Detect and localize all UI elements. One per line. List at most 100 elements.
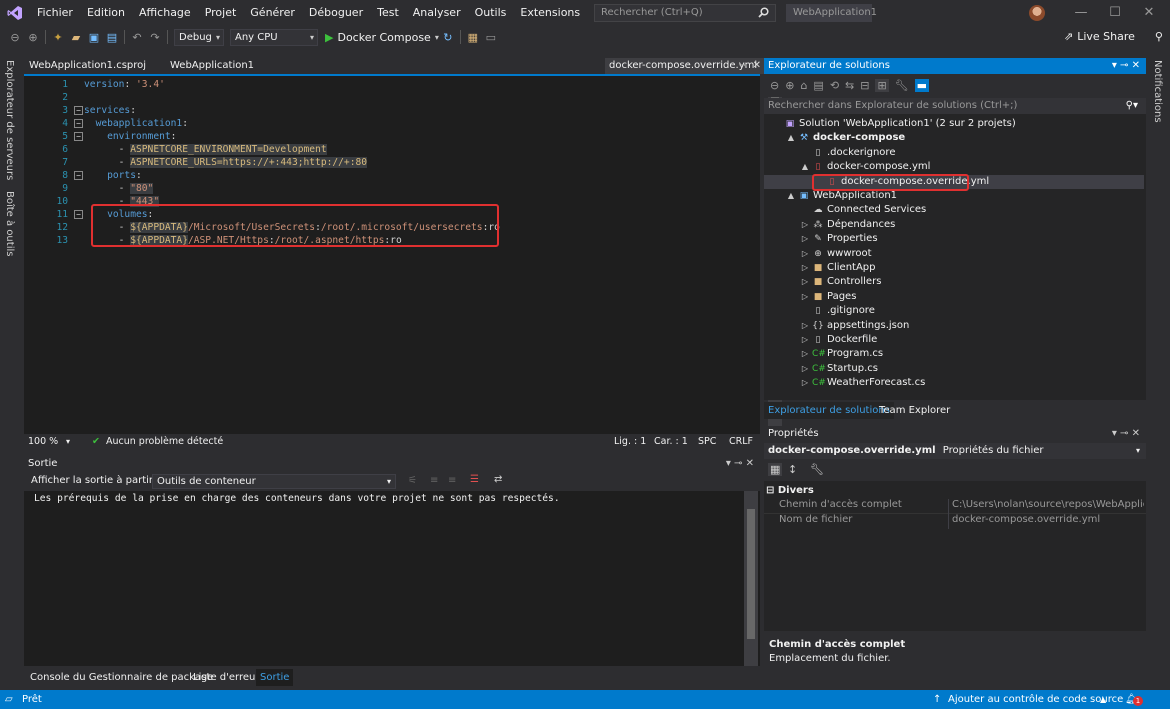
fold-toggle-icon[interactable]: − (74, 119, 83, 128)
tree-item[interactable]: ▷ C# WeatherForecast.cs (764, 376, 1144, 390)
show-all-files-icon[interactable]: ⊞ (875, 79, 889, 92)
menu-item[interactable]: Edition (80, 0, 132, 26)
code-editor[interactable]: 1 version: '3.4' 2 3− services: 4− webapplica… (24, 74, 782, 436)
back-icon[interactable]: ⊖ (770, 79, 779, 92)
pending-changes-icon[interactable]: ⟲ (830, 79, 839, 92)
next-message-icon[interactable]: ≡ (448, 475, 456, 486)
chevron-up-icon[interactable]: ▲ (1100, 690, 1106, 709)
live-share-button[interactable]: ⇗ Live Share ⚲ (1064, 26, 1163, 48)
category-row[interactable]: ⊟ Divers (766, 485, 814, 496)
save-all-icon[interactable]: ▤ (103, 28, 121, 46)
source-control-button[interactable]: Ajouter au contrôle de code source (948, 690, 1123, 709)
minimize-button[interactable]: — (1064, 0, 1098, 26)
tree-item[interactable]: ☁ Connected Services (764, 203, 1144, 217)
forward-icon[interactable]: ⊕ (785, 79, 794, 92)
tree-item[interactable]: ▷ ■ ClientApp (764, 261, 1144, 275)
fold-toggle-icon[interactable]: − (74, 171, 83, 180)
avatar[interactable] (1029, 5, 1045, 21)
collapsed-arrow-icon[interactable]: ▷ (800, 261, 810, 275)
property-pages-icon[interactable]: 🔧︎ (810, 463, 824, 476)
tree-item[interactable]: ▷ ■ Pages (764, 290, 1144, 304)
menu-item[interactable]: Fichier (30, 0, 80, 26)
collapse-icon[interactable]: ⊟ (766, 485, 774, 496)
zoom-level[interactable]: 100 % (28, 434, 58, 449)
column-divider[interactable] (948, 499, 949, 529)
menu-item[interactable]: Analyser (406, 0, 468, 26)
redo-icon[interactable]: ↷ (146, 28, 164, 46)
pin-icon[interactable]: ⊸ (739, 58, 747, 74)
tree-item[interactable]: ▷ ✎ Properties (764, 232, 1144, 246)
configuration-select[interactable]: Debug ▾ (174, 28, 224, 46)
preview-icon[interactable]: ▬ (914, 79, 930, 92)
zoom-chevron-icon[interactable]: ▾ (66, 434, 70, 449)
tab-solution-explorer[interactable]: Explorateur de solutions (764, 402, 894, 419)
feedback-icon[interactable]: ⚲ (1155, 26, 1163, 48)
menu-item[interactable]: Extensions (513, 0, 587, 26)
search-input[interactable]: Rechercher (Ctrl+Q) (594, 4, 776, 22)
tree-item[interactable]: ▷ ⊕ wwwroot (764, 247, 1144, 261)
back-icon[interactable]: ⊖ (6, 28, 24, 46)
categorized-icon[interactable]: ▦ (768, 463, 783, 476)
menu-item[interactable]: Test (370, 0, 406, 26)
sync-icon[interactable]: ⇆ (845, 79, 854, 92)
prev-message-icon[interactable]: ≡ (430, 475, 438, 486)
collapsed-arrow-icon[interactable]: ▷ (800, 218, 810, 232)
output-scrollbar[interactable] (744, 491, 758, 666)
issues-status[interactable]: Aucun problème détecté (106, 434, 223, 449)
tree-item[interactable]: ▲ ▯ docker-compose.yml (764, 160, 1144, 174)
notifications-tab[interactable]: Notifications (1152, 60, 1163, 123)
close-tab-icon[interactable]: ✕ (753, 58, 761, 74)
collapsed-arrow-icon[interactable]: ▷ (800, 275, 810, 289)
run-button[interactable]: ▶ Docker Compose ▾ (325, 31, 439, 44)
tree-item[interactable]: ▷{} appsettings.json (764, 319, 1144, 333)
tab-error-list[interactable]: Liste d'erreurs (193, 669, 265, 686)
panel-controls[interactable]: ▾ ⊸ ✕ (1112, 58, 1140, 74)
save-icon[interactable]: ▣ (85, 28, 103, 46)
tree-item[interactable]: ▷ ⁂ Dépendances (764, 218, 1144, 232)
platform-select[interactable]: Any CPU ▾ (230, 28, 318, 46)
properties-object-select[interactable]: docker-compose.override.yml Propriétés d… (764, 443, 1146, 459)
tab-output[interactable]: Sortie (256, 669, 294, 686)
collapsed-arrow-icon[interactable]: ▷ (800, 247, 810, 261)
screen-icon[interactable]: ▭ (482, 28, 500, 46)
panel-controls[interactable]: ▾ ⊸ ✕ (1112, 426, 1140, 441)
undo-icon[interactable]: ↶ (128, 28, 146, 46)
menu-item[interactable]: Affichage (132, 0, 198, 26)
toolbox-tab[interactable]: Boîte à outils (4, 191, 15, 256)
collapsed-arrow-icon[interactable]: ▷ (800, 347, 810, 361)
open-folder-icon[interactable]: ▰ (67, 28, 85, 46)
tab-team-explorer[interactable]: Team Explorer (879, 402, 950, 419)
collapsed-arrow-icon[interactable]: ▷ (800, 333, 810, 347)
property-row[interactable]: Nom de fichier docker-compose.override.y… (764, 514, 1146, 529)
menu-item[interactable]: Outils (468, 0, 514, 26)
alphabetical-icon[interactable]: ↕ (788, 463, 797, 476)
collapsed-arrow-icon[interactable]: ▷ (800, 376, 810, 390)
solution-search-input[interactable]: Rechercher dans Explorateur de solutions… (764, 98, 1146, 114)
collapsed-arrow-icon[interactable]: ▷ (800, 362, 810, 376)
tree-item[interactable]: ▲ ▣ WebApplication1 (764, 189, 1144, 203)
tab-webapplication1[interactable]: WebApplication1 (170, 58, 254, 74)
clear-all-icon[interactable]: ☰ (470, 474, 479, 485)
tab-package-manager-console[interactable]: Console du Gestionnaire de package (30, 669, 213, 686)
tree-item[interactable]: ▷ C# Startup.cs (764, 362, 1144, 376)
toolbox-icon[interactable]: ▦ (464, 28, 482, 46)
forward-icon[interactable]: ⊕ (24, 28, 42, 46)
collapse-all-icon[interactable]: ⊟ (860, 79, 869, 92)
menu-item[interactable]: Déboguer (302, 0, 370, 26)
collapsed-arrow-icon[interactable]: ▷ (800, 319, 810, 333)
tree-item[interactable]: ▷ ▯ Dockerfile (764, 333, 1144, 347)
tree-item[interactable]: ▣ Solution 'WebApplication1' (2 sur 2 pro… (764, 117, 1144, 131)
output-pane[interactable]: Les prérequis de la prise en charge des … (24, 491, 760, 666)
collapsed-arrow-icon[interactable]: ▷ (800, 232, 810, 246)
home-icon[interactable]: ⌂ (800, 79, 807, 92)
server-explorer-tab[interactable]: Explorateur de serveurs (4, 60, 15, 180)
expanded-arrow-icon[interactable]: ▲ (786, 131, 796, 145)
scroll-thumb[interactable] (747, 509, 755, 639)
menu-item[interactable]: Générer (243, 0, 302, 26)
close-button[interactable]: ✕ (1132, 0, 1166, 26)
expanded-arrow-icon[interactable]: ▲ (800, 160, 810, 174)
tree-item[interactable]: ▷ ■ Controllers (764, 275, 1144, 289)
tree-item[interactable]: ▲ ⚒ docker-compose (764, 131, 1144, 145)
fold-toggle-icon[interactable]: − (74, 210, 83, 219)
tree-item[interactable]: ▯ .dockerignore (764, 146, 1144, 160)
